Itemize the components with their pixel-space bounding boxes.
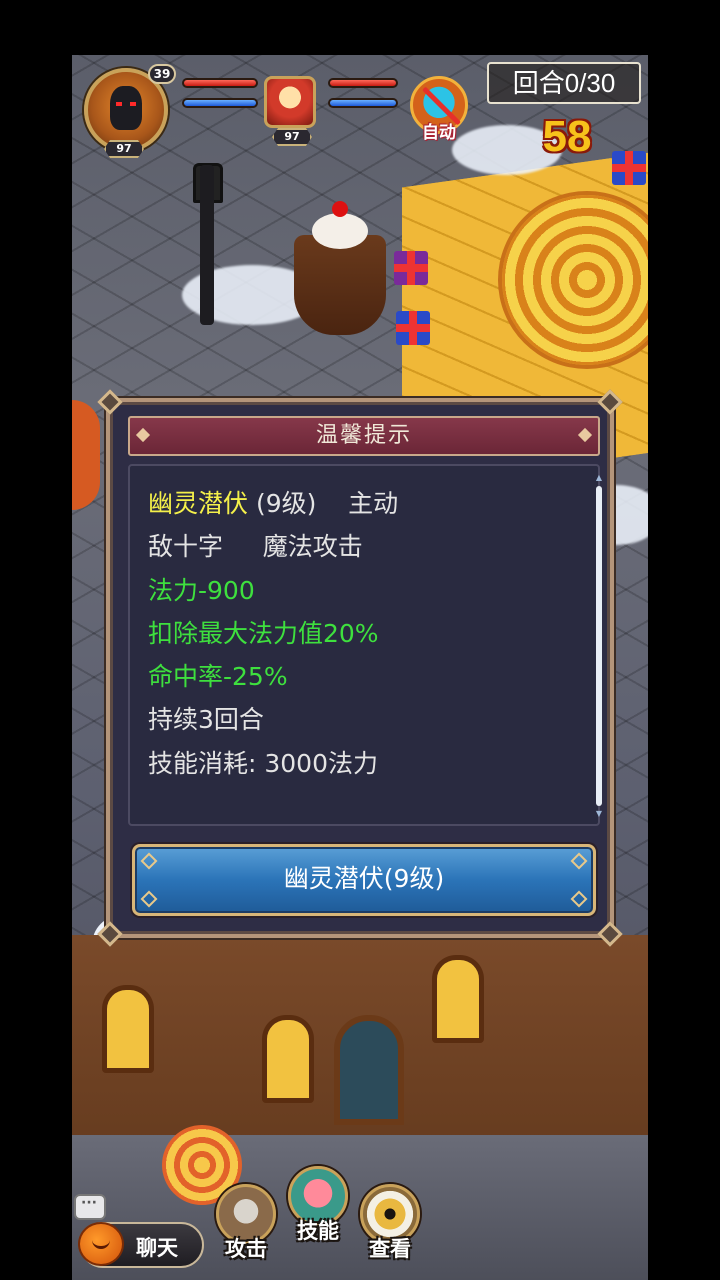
use-skill-label: 幽灵潜伏(9级) xyxy=(283,864,445,893)
skill-name: 幽灵潜伏 xyxy=(148,489,249,518)
header-ornament xyxy=(577,427,593,443)
auto-label: 自动 xyxy=(422,123,456,143)
attack-label: 攻击 xyxy=(225,1237,267,1261)
skill-label: 技能 xyxy=(297,1219,339,1243)
view-button[interactable]: 查看 xyxy=(360,1184,420,1261)
dialog-header: 温馨提示 xyxy=(128,416,600,456)
scroll-down-arrow[interactable]: ▼ xyxy=(595,810,603,818)
button-ornament xyxy=(570,890,588,908)
pet-rank-badge: 97 xyxy=(272,128,312,146)
window xyxy=(432,955,484,1043)
scroll-up-arrow[interactable]: ▲ xyxy=(595,474,603,482)
skill-type: 主动 xyxy=(316,489,399,518)
avatar-eye xyxy=(116,102,122,106)
dialog-title: 温馨提示 xyxy=(315,423,412,448)
turn-timer: 58 xyxy=(542,112,592,161)
duration-line: 持续3回合 xyxy=(148,705,264,735)
pet-hp-bar xyxy=(328,78,398,88)
window xyxy=(262,1015,314,1103)
player-mp-bar xyxy=(182,98,258,108)
chat-bubble-icon[interactable] xyxy=(74,1194,106,1220)
skill-level: (9级) xyxy=(248,489,317,518)
street-lamp xyxy=(200,165,214,325)
skill-description-panel[interactable]: 幽灵潜伏 (9级) 主动 敌十字 魔法攻击 法力-900 扣除最大法力值20% … xyxy=(128,464,603,826)
use-skill-button[interactable]: 幽灵潜伏(9级) xyxy=(132,844,596,916)
view-label: 查看 xyxy=(369,1237,411,1261)
window xyxy=(102,985,154,1073)
header-ornament xyxy=(135,427,151,443)
player-hp-bar xyxy=(182,78,258,88)
effect-line: 法力-900 xyxy=(148,575,255,605)
attack-button[interactable]: 攻击 xyxy=(216,1184,276,1261)
player-level-badge: 39 xyxy=(148,64,176,84)
skill-name-line: 幽灵潜伏 (9级) 主动 xyxy=(148,482,578,525)
skill-button[interactable]: 技能 xyxy=(288,1166,348,1243)
button-ornament xyxy=(140,890,158,908)
skill-tooltip-dialog: 温馨提示 幽灵潜伏 (9级) 主动 敌十字 魔法攻击 法力-900 扣除最大法力… xyxy=(97,389,623,947)
girl-pet-avatar-icon[interactable] xyxy=(264,76,316,128)
player-rank-badge: 97 xyxy=(104,140,144,158)
candy-decoration xyxy=(72,400,100,510)
effect-line: 命中率-25% xyxy=(148,662,288,692)
skill-attack-type: 魔法攻击 xyxy=(223,532,363,562)
pet-mp-bar xyxy=(328,98,398,108)
skill-target: 敌十字 xyxy=(148,532,224,562)
chat-label: 聊天 xyxy=(136,1236,178,1260)
cost-line: 技能消耗: 3000法力 xyxy=(148,748,378,778)
scrollbar[interactable] xyxy=(596,486,602,806)
gift-box xyxy=(394,251,428,285)
round-counter: 回合0/30 xyxy=(487,62,641,104)
chocolate-cake xyxy=(294,201,386,335)
avatar-eye xyxy=(130,102,136,106)
gift-box xyxy=(612,151,646,185)
gift-box xyxy=(396,311,430,345)
effect-line: 扣除最大法力值20% xyxy=(148,618,379,648)
pumpkin-icon[interactable] xyxy=(78,1222,124,1266)
skill-info: 幽灵潜伏 (9级) 主动 敌十字 魔法攻击 法力-900 扣除最大法力值20% … xyxy=(148,482,578,785)
button-ornament xyxy=(140,852,158,870)
skill-target-line: 敌十字 魔法攻击 xyxy=(148,525,578,568)
hotel-door xyxy=(334,1015,404,1125)
jackal-avatar-icon xyxy=(110,86,142,130)
button-ornament xyxy=(570,852,588,870)
